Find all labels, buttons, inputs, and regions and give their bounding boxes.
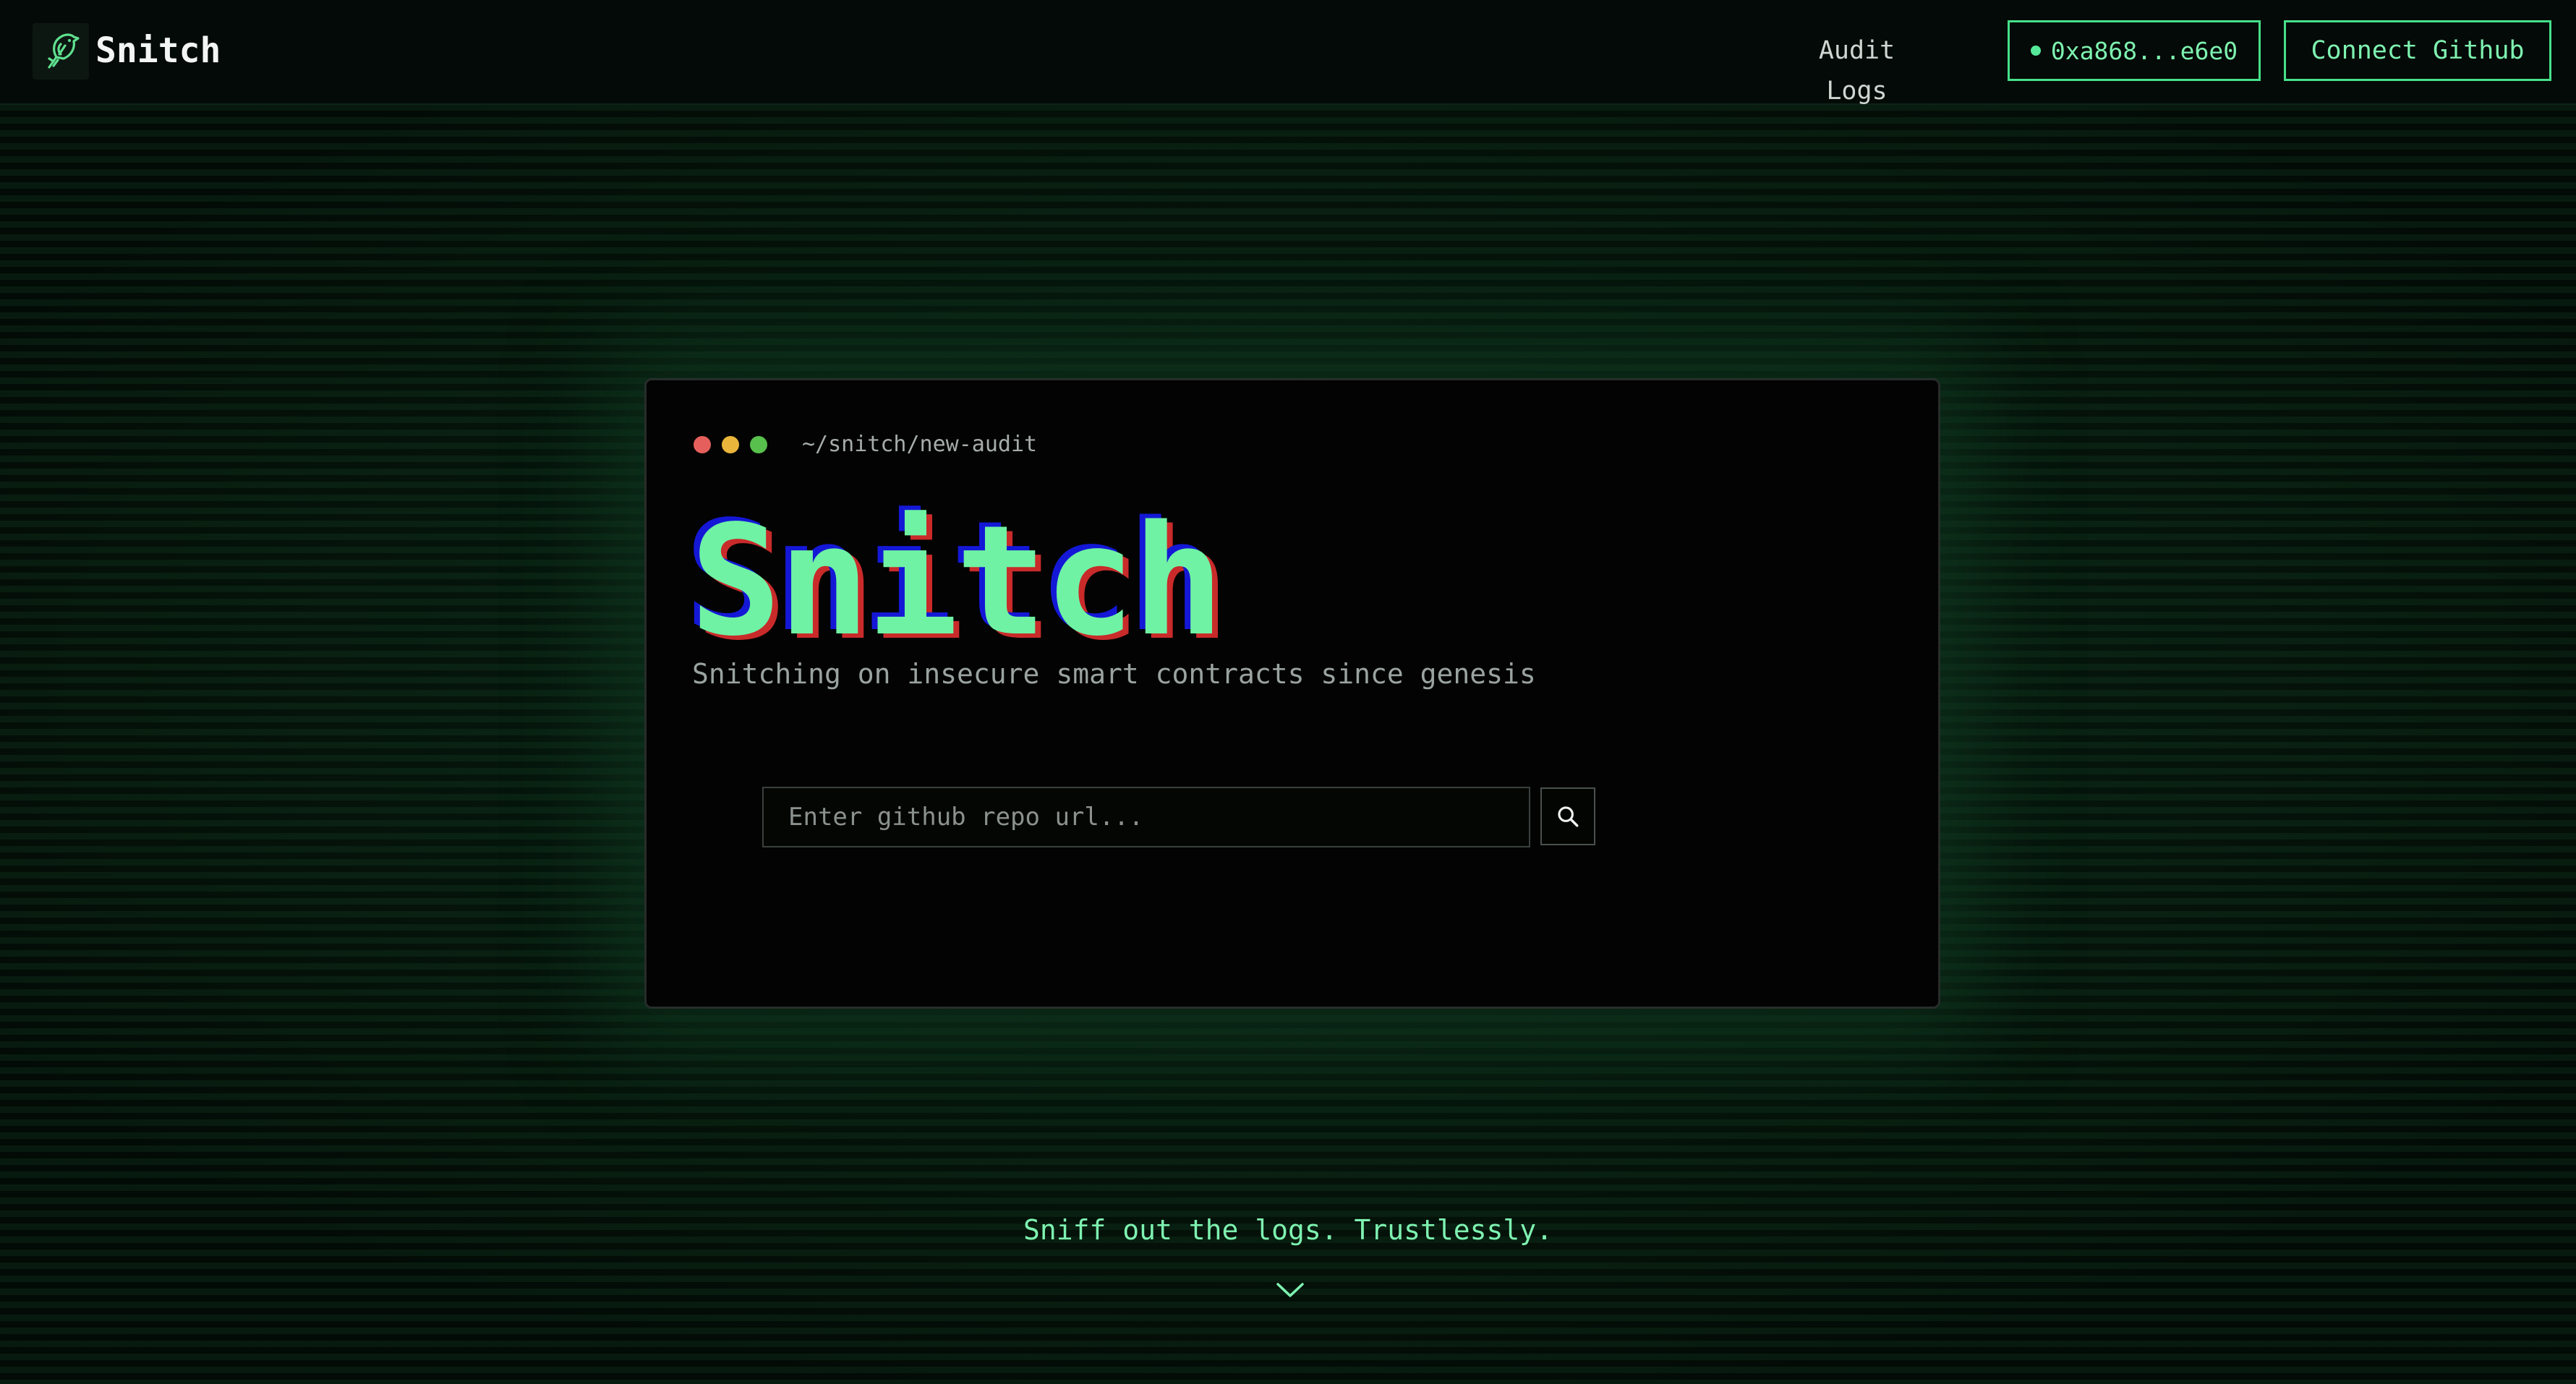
- top-navbar: Snitch Audit Logs 0xa868...e6e0 Connect …: [0, 0, 2576, 106]
- window-maximize-dot: [750, 436, 767, 453]
- bird-icon: [48, 33, 80, 69]
- search-icon: [1558, 806, 1579, 827]
- wallet-status-dot: [2030, 46, 2041, 56]
- terminal-path: ~/snitch/new-audit: [802, 432, 1038, 457]
- nav-audit-logs[interactable]: Audit Logs: [1786, 30, 1927, 106]
- brand-name[interactable]: Snitch: [95, 27, 221, 74]
- terminal-window: ~/snitch/new-audit Snitch Snitching on i…: [644, 378, 1940, 1009]
- hero-title: Snitch: [690, 492, 1224, 670]
- connect-github-button[interactable]: Connect Github: [2284, 20, 2551, 81]
- chevron-down-icon: [1276, 1283, 1304, 1297]
- repo-url-input[interactable]: [762, 787, 1530, 847]
- wallet-address-button[interactable]: 0xa868...e6e0: [2008, 20, 2261, 81]
- wallet-address: 0xa868...e6e0: [2050, 36, 2238, 65]
- tagline: Sniff out the logs. Trustlessly.: [1023, 1214, 1553, 1246]
- window-close-dot: [694, 436, 711, 453]
- logo[interactable]: [33, 23, 89, 80]
- hero-subtitle: Snitching on insecure smart contracts si…: [692, 658, 1536, 690]
- search-button[interactable]: [1540, 787, 1595, 845]
- scroll-down-button[interactable]: [1274, 1278, 1306, 1302]
- window-minimize-dot: [722, 436, 739, 453]
